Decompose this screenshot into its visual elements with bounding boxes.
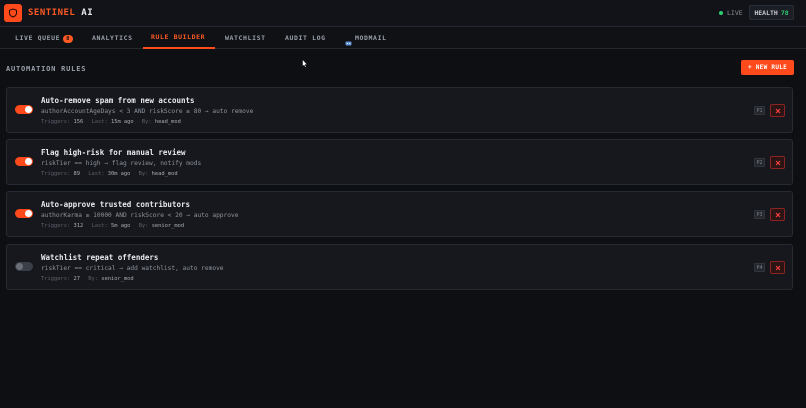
rule-name: Flag high-risk for manual review — [41, 148, 186, 157]
tab-label: WATCHLIST — [225, 34, 266, 42]
main-tabs: LIVE QUEUE 8 ANALYTICS RULE BUILDER WATC… — [0, 28, 806, 49]
rule-meta: Triggers: 312 Last: 5m ago By: senior_mo… — [41, 223, 189, 229]
delete-rule-button[interactable] — [770, 208, 785, 221]
close-icon — [775, 160, 780, 165]
mouse-cursor-icon — [302, 59, 308, 68]
toggle-knob — [25, 158, 32, 165]
meta-last-value: 5m ago — [110, 223, 131, 229]
health-label: HEALTH — [754, 8, 778, 17]
close-icon — [775, 108, 780, 113]
rule-meta: Triggers: 89 Last: 30m ago By: head_mod — [41, 171, 183, 177]
rule-card: Auto-remove spam from new accounts autho… — [6, 87, 793, 133]
rule-name: Auto-remove spam from new accounts — [41, 96, 195, 105]
meta-last-value: 15m ago — [110, 119, 134, 125]
toggle-knob — [16, 263, 23, 270]
priority-badge: P2 — [754, 158, 765, 167]
health-badge: HEALTH 78 — [749, 5, 794, 20]
meta-triggers-value: 312 — [73, 223, 84, 229]
tab-live-queue[interactable]: LIVE QUEUE 8 — [7, 28, 81, 49]
delete-rule-button[interactable] — [770, 156, 785, 169]
tab-label: LIVE QUEUE — [15, 34, 61, 42]
toggle-knob — [25, 106, 32, 113]
tab-label: MODMAIL — [355, 34, 387, 42]
live-dot-icon — [719, 11, 723, 15]
tab-label: AUDIT LOG — [285, 34, 326, 42]
app-title-rest: AI — [81, 8, 94, 18]
app-title-accent: SENTINEL — [28, 8, 76, 18]
live-indicator: LIVE — [719, 9, 743, 17]
health-value: 78 — [780, 8, 789, 17]
tab-label: RULE BUILDER — [151, 33, 206, 41]
rule-meta: Triggers: 156 Last: 15m ago By: head_mod — [41, 119, 186, 125]
section-title: AUTOMATION RULES — [6, 65, 87, 73]
rule-name: Auto-approve trusted contributors — [41, 200, 191, 209]
meta-by-value: senior_mod — [151, 223, 185, 229]
meta-triggers-label: Triggers: — [41, 276, 71, 282]
meta-last-value: 30m ago — [107, 171, 131, 177]
delete-rule-button[interactable] — [770, 104, 785, 117]
meta-triggers-label: Triggers: — [41, 171, 71, 177]
meta-by-label: By: — [138, 171, 149, 177]
meta-last-label: Last: — [88, 171, 105, 177]
rule-meta: Triggers: 27 By: senior_mod — [41, 276, 139, 282]
rule-enabled-toggle[interactable] — [15, 157, 33, 166]
meta-last-label: Last: — [91, 223, 108, 229]
modmail-icon — [345, 35, 352, 46]
new-rule-button[interactable]: + NEW RULE — [741, 60, 794, 75]
rule-condition: riskTier == critical → add watchlist, au… — [41, 265, 224, 272]
shield-logo-icon — [4, 4, 22, 22]
priority-badge: P4 — [754, 263, 765, 272]
meta-triggers-value: 89 — [73, 171, 80, 177]
delete-rule-button[interactable] — [770, 261, 785, 274]
priority-badge: P3 — [754, 210, 765, 219]
meta-by-label: By: — [138, 223, 149, 229]
priority-badge: P1 — [754, 106, 765, 115]
meta-by-value: senior_mod — [101, 276, 134, 282]
tab-modmail[interactable]: MODMAIL — [337, 28, 395, 49]
tab-audit-log[interactable]: AUDIT LOG — [277, 28, 334, 49]
rule-card: Watchlist repeat offenders riskTier == c… — [6, 244, 793, 290]
meta-triggers-value: 27 — [73, 276, 80, 282]
meta-by-label: By: — [88, 276, 98, 282]
rule-enabled-toggle[interactable] — [15, 209, 33, 218]
rule-condition: riskTier == high → flag review, notify m… — [41, 160, 202, 167]
meta-triggers-label: Triggers: — [41, 119, 71, 125]
meta-by-value: head_mod — [151, 171, 178, 177]
tab-watchlist[interactable]: WATCHLIST — [217, 28, 274, 49]
meta-last-label: Last: — [91, 119, 108, 125]
meta-by-label: By: — [141, 119, 152, 125]
rule-enabled-toggle[interactable] — [15, 105, 33, 114]
rule-condition: authorKarma ≥ 10000 AND riskScore < 20 →… — [41, 212, 239, 219]
tab-label: ANALYTICS — [92, 34, 133, 42]
tab-rule-builder[interactable]: RULE BUILDER — [143, 28, 215, 49]
toggle-knob — [25, 210, 32, 217]
close-icon — [775, 265, 780, 270]
rule-name: Watchlist repeat offenders — [41, 253, 159, 262]
tab-analytics[interactable]: ANALYTICS — [84, 28, 141, 49]
close-icon — [775, 212, 780, 217]
rule-card: Auto-approve trusted contributors author… — [6, 191, 793, 237]
meta-triggers-value: 156 — [73, 119, 84, 125]
rule-card: Flag high-risk for manual review riskTie… — [6, 139, 793, 185]
rule-enabled-toggle[interactable] — [15, 262, 33, 271]
live-label: LIVE — [727, 9, 743, 17]
queue-count-badge: 8 — [63, 34, 74, 43]
app-title: SENTINEL AI — [28, 8, 93, 18]
meta-triggers-label: Triggers: — [41, 223, 71, 229]
meta-by-value: head_mod — [154, 119, 181, 125]
rule-condition: authorAccountAgeDays < 3 AND riskScore ≥… — [41, 108, 254, 115]
top-bar: SENTINEL AI LIVE HEALTH 78 — [0, 0, 806, 27]
